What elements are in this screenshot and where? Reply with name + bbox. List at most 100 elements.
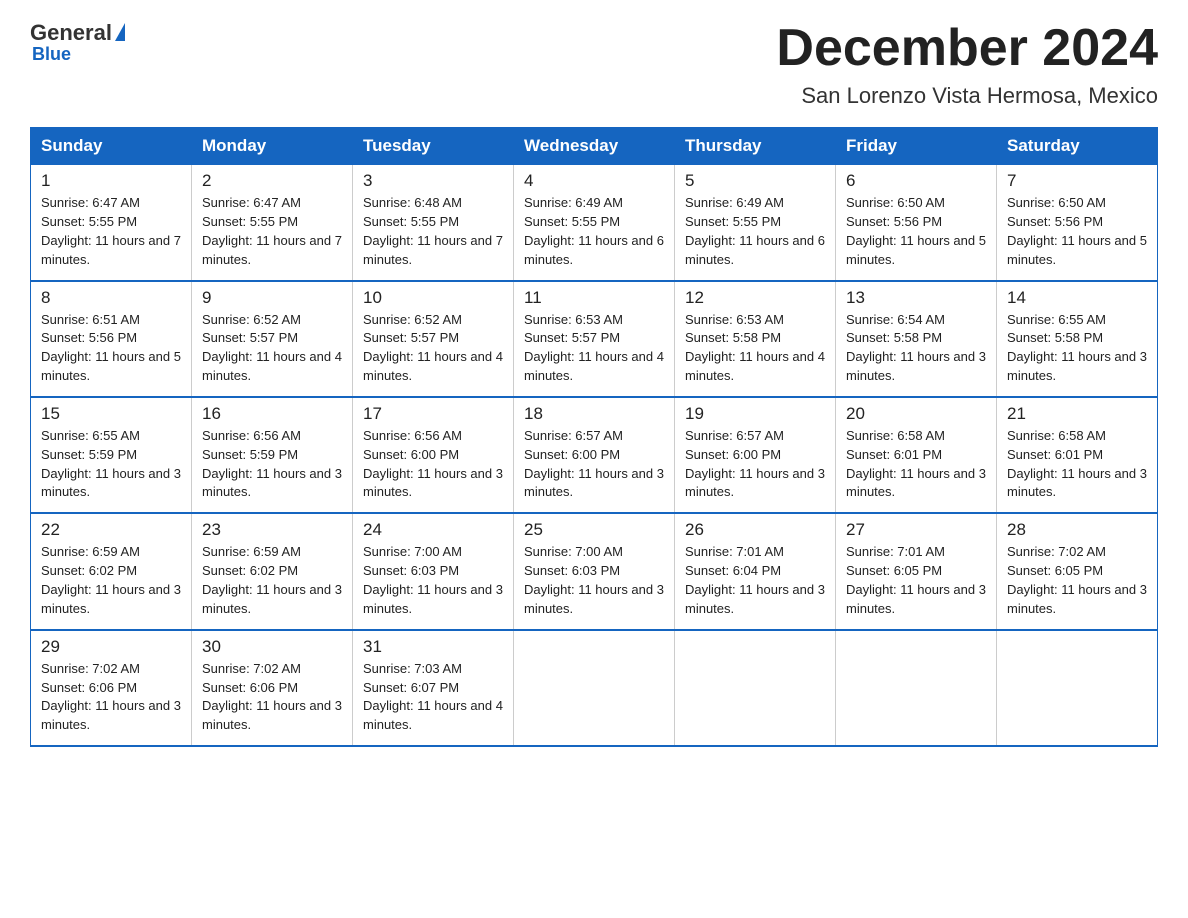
day-cell: 24 Sunrise: 7:00 AMSunset: 6:03 PMDayligh…: [353, 513, 514, 629]
day-number: 16: [202, 404, 342, 424]
day-cell: 8 Sunrise: 6:51 AMSunset: 5:56 PMDaylight…: [31, 281, 192, 397]
day-cell: 29 Sunrise: 7:02 AMSunset: 6:06 PMDayligh…: [31, 630, 192, 746]
day-number: 30: [202, 637, 342, 657]
day-cell: 30Sunrise: 7:02 AMSunset: 6:06 PMDayligh…: [192, 630, 353, 746]
day-number: 9: [202, 288, 342, 308]
day-cell: 17Sunrise: 6:56 AMSunset: 6:00 PMDayligh…: [353, 397, 514, 513]
day-info: Sunrise: 7:00 AMSunset: 6:03 PMDaylight:…: [363, 544, 503, 616]
day-cell: 23 Sunrise: 6:59 AMSunset: 6:02 PMDayligh…: [192, 513, 353, 629]
day-number: 21: [1007, 404, 1147, 424]
day-cell: 10 Sunrise: 6:52 AMSunset: 5:57 PMDayligh…: [353, 281, 514, 397]
day-number: 19: [685, 404, 825, 424]
day-info: Sunrise: 6:56 AMSunset: 6:00 PMDaylight:…: [363, 428, 503, 500]
day-number: 29: [41, 637, 181, 657]
day-cell: 4 Sunrise: 6:49 AMSunset: 5:55 PMDaylight…: [514, 165, 675, 281]
day-number: 20: [846, 404, 986, 424]
day-cell: 31Sunrise: 7:03 AMSunset: 6:07 PMDayligh…: [353, 630, 514, 746]
day-number: 5: [685, 171, 825, 191]
day-info: Sunrise: 6:57 AMSunset: 6:00 PMDaylight:…: [524, 428, 664, 500]
day-info: Sunrise: 6:52 AMSunset: 5:57 PMDaylight:…: [363, 312, 503, 384]
day-cell: 2Sunrise: 6:47 AMSunset: 5:55 PMDaylight…: [192, 165, 353, 281]
header-cell-monday: Monday: [192, 128, 353, 165]
header-cell-wednesday: Wednesday: [514, 128, 675, 165]
day-number: 24: [363, 520, 503, 540]
day-info: Sunrise: 6:51 AMSunset: 5:56 PMDaylight:…: [41, 312, 181, 384]
day-info: Sunrise: 6:55 AMSunset: 5:58 PMDaylight:…: [1007, 312, 1147, 384]
day-info: Sunrise: 6:47 AMSunset: 5:55 PMDaylight:…: [41, 195, 181, 267]
week-row-5: 29 Sunrise: 7:02 AMSunset: 6:06 PMDayligh…: [31, 630, 1158, 746]
logo-general-text: General: [30, 20, 112, 46]
day-info: Sunrise: 6:53 AMSunset: 5:57 PMDaylight:…: [524, 312, 664, 384]
day-cell: 5 Sunrise: 6:49 AMSunset: 5:55 PMDaylight…: [675, 165, 836, 281]
header-cell-saturday: Saturday: [997, 128, 1158, 165]
day-cell: 3Sunrise: 6:48 AMSunset: 5:55 PMDaylight…: [353, 165, 514, 281]
day-number: 27: [846, 520, 986, 540]
week-row-4: 22 Sunrise: 6:59 AMSunset: 6:02 PMDayligh…: [31, 513, 1158, 629]
day-cell: 7 Sunrise: 6:50 AMSunset: 5:56 PMDaylight…: [997, 165, 1158, 281]
day-cell: 21Sunrise: 6:58 AMSunset: 6:01 PMDayligh…: [997, 397, 1158, 513]
day-cell: 26Sunrise: 7:01 AMSunset: 6:04 PMDayligh…: [675, 513, 836, 629]
day-info: Sunrise: 6:59 AMSunset: 6:02 PMDaylight:…: [202, 544, 342, 616]
page-header: General Blue December 2024 San Lorenzo V…: [30, 20, 1158, 109]
day-number: 4: [524, 171, 664, 191]
calendar-title: December 2024: [776, 20, 1158, 77]
day-cell: 11 Sunrise: 6:53 AMSunset: 5:57 PMDayligh…: [514, 281, 675, 397]
day-info: Sunrise: 6:52 AMSunset: 5:57 PMDaylight:…: [202, 312, 342, 384]
day-number: 18: [524, 404, 664, 424]
day-info: Sunrise: 7:02 AMSunset: 6:05 PMDaylight:…: [1007, 544, 1147, 616]
logo: General Blue: [30, 20, 125, 65]
day-number: 14: [1007, 288, 1147, 308]
day-number: 22: [41, 520, 181, 540]
calendar-table: SundayMondayTuesdayWednesdayThursdayFrid…: [30, 127, 1158, 747]
day-info: Sunrise: 6:53 AMSunset: 5:58 PMDaylight:…: [685, 312, 825, 384]
calendar-header: SundayMondayTuesdayWednesdayThursdayFrid…: [31, 128, 1158, 165]
week-row-2: 8 Sunrise: 6:51 AMSunset: 5:56 PMDaylight…: [31, 281, 1158, 397]
day-info: Sunrise: 6:49 AMSunset: 5:55 PMDaylight:…: [524, 195, 664, 267]
logo-blue-text: Blue: [32, 44, 71, 65]
day-cell: 13Sunrise: 6:54 AMSunset: 5:58 PMDayligh…: [836, 281, 997, 397]
day-info: Sunrise: 6:48 AMSunset: 5:55 PMDaylight:…: [363, 195, 503, 267]
day-cell: 1Sunrise: 6:47 AMSunset: 5:55 PMDaylight…: [31, 165, 192, 281]
day-cell: [514, 630, 675, 746]
day-number: 10: [363, 288, 503, 308]
day-info: Sunrise: 6:59 AMSunset: 6:02 PMDaylight:…: [41, 544, 181, 616]
day-number: 6: [846, 171, 986, 191]
day-info: Sunrise: 6:49 AMSunset: 5:55 PMDaylight:…: [685, 195, 825, 267]
title-block: December 2024 San Lorenzo Vista Hermosa,…: [776, 20, 1158, 109]
day-info: Sunrise: 6:50 AMSunset: 5:56 PMDaylight:…: [1007, 195, 1147, 267]
day-cell: 22 Sunrise: 6:59 AMSunset: 6:02 PMDayligh…: [31, 513, 192, 629]
day-info: Sunrise: 6:50 AMSunset: 5:56 PMDaylight:…: [846, 195, 986, 267]
day-number: 15: [41, 404, 181, 424]
day-number: 11: [524, 288, 664, 308]
day-number: 7: [1007, 171, 1147, 191]
day-info: Sunrise: 7:01 AMSunset: 6:05 PMDaylight:…: [846, 544, 986, 616]
day-cell: 25Sunrise: 7:00 AMSunset: 6:03 PMDayligh…: [514, 513, 675, 629]
header-cell-sunday: Sunday: [31, 128, 192, 165]
day-number: 31: [363, 637, 503, 657]
day-cell: [836, 630, 997, 746]
header-cell-thursday: Thursday: [675, 128, 836, 165]
day-info: Sunrise: 7:01 AMSunset: 6:04 PMDaylight:…: [685, 544, 825, 616]
day-cell: 18 Sunrise: 6:57 AMSunset: 6:00 PMDayligh…: [514, 397, 675, 513]
week-row-1: 1Sunrise: 6:47 AMSunset: 5:55 PMDaylight…: [31, 165, 1158, 281]
day-cell: 6 Sunrise: 6:50 AMSunset: 5:56 PMDaylight…: [836, 165, 997, 281]
day-info: Sunrise: 7:00 AMSunset: 6:03 PMDaylight:…: [524, 544, 664, 616]
day-cell: 12 Sunrise: 6:53 AMSunset: 5:58 PMDayligh…: [675, 281, 836, 397]
day-cell: 14 Sunrise: 6:55 AMSunset: 5:58 PMDayligh…: [997, 281, 1158, 397]
day-number: 28: [1007, 520, 1147, 540]
header-cell-tuesday: Tuesday: [353, 128, 514, 165]
day-cell: 28 Sunrise: 7:02 AMSunset: 6:05 PMDayligh…: [997, 513, 1158, 629]
day-number: 8: [41, 288, 181, 308]
day-info: Sunrise: 7:02 AMSunset: 6:06 PMDaylight:…: [41, 661, 181, 733]
day-number: 12: [685, 288, 825, 308]
day-info: Sunrise: 6:58 AMSunset: 6:01 PMDaylight:…: [846, 428, 986, 500]
day-cell: [675, 630, 836, 746]
logo-triangle-icon: [115, 23, 125, 41]
day-info: Sunrise: 6:56 AMSunset: 5:59 PMDaylight:…: [202, 428, 342, 500]
day-cell: [997, 630, 1158, 746]
week-row-3: 15 Sunrise: 6:55 AMSunset: 5:59 PMDayligh…: [31, 397, 1158, 513]
day-cell: 9 Sunrise: 6:52 AMSunset: 5:57 PMDaylight…: [192, 281, 353, 397]
header-row: SundayMondayTuesdayWednesdayThursdayFrid…: [31, 128, 1158, 165]
day-number: 23: [202, 520, 342, 540]
day-info: Sunrise: 6:55 AMSunset: 5:59 PMDaylight:…: [41, 428, 181, 500]
